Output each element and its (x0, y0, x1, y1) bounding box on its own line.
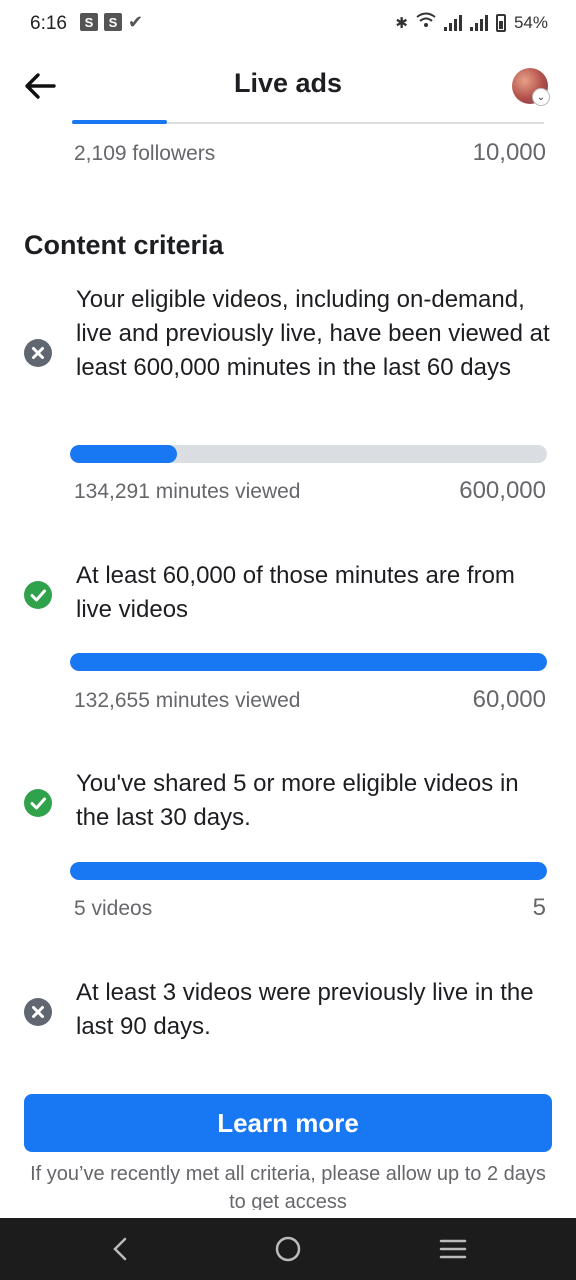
system-nav-bar (0, 1218, 576, 1280)
progress-target: 60,000 (472, 686, 546, 713)
followers-target: 10,000 (472, 139, 546, 166)
status-bar: 6:16 S S ✔ ✱ 54% (0, 0, 576, 48)
criterion-text: Your eligible videos, including on-deman… (76, 286, 550, 381)
section-title: Content criteria (24, 230, 224, 260)
status-time: 6:16 (30, 13, 67, 34)
notification-icons: S S ✔ (80, 13, 143, 31)
check-circle-icon (24, 581, 52, 609)
signal-icon (469, 14, 488, 31)
battery-icon (495, 13, 506, 32)
progress-fill (70, 653, 547, 671)
x-circle-icon (24, 998, 52, 1026)
progress-target: 5 (532, 894, 546, 921)
criterion-text: At least 3 videos were previously live i… (76, 979, 534, 1040)
page-title: Live ads (233, 68, 343, 98)
followers-progress-fill (72, 120, 167, 124)
check-icon: ✔ (128, 12, 144, 32)
bluetooth-icon: ✱ (395, 14, 408, 32)
home-nav-icon[interactable] (273, 1234, 303, 1264)
back-nav-icon[interactable] (106, 1234, 136, 1264)
footnote: If you’ve recently met all criteria, ple… (30, 1163, 546, 1210)
progress-bar (70, 862, 547, 880)
criterion-text: At least 60,000 of those minutes are fro… (76, 562, 515, 623)
criterion-text: You've shared 5 or more eligible videos … (76, 770, 519, 831)
progress-label: 132,655 minutes viewed (74, 689, 301, 712)
progress-fill (70, 445, 177, 463)
progress-target: 600,000 (459, 477, 546, 504)
system-icons: ✱ 54% (395, 12, 548, 33)
x-circle-icon (24, 339, 52, 367)
app-header: Live ads ⌄ (0, 48, 576, 124)
progress-bar (70, 653, 547, 671)
s-app-icon: S (104, 13, 122, 31)
progress-bar (70, 445, 547, 463)
chevron-down-icon[interactable]: ⌄ (532, 88, 550, 106)
progress-fill (70, 862, 547, 880)
learn-more-button[interactable]: Learn more (24, 1094, 552, 1152)
s-app-icon: S (80, 13, 98, 31)
battery-level: 54% (513, 12, 548, 32)
signal-icon (443, 14, 462, 31)
followers-label: 2,109 followers (74, 142, 216, 165)
progress-label: 5 videos (74, 897, 153, 920)
progress-label: 134,291 minutes viewed (74, 480, 301, 503)
check-circle-icon (24, 789, 52, 817)
recents-nav-icon[interactable] (438, 1234, 468, 1264)
wifi-icon (416, 12, 436, 33)
